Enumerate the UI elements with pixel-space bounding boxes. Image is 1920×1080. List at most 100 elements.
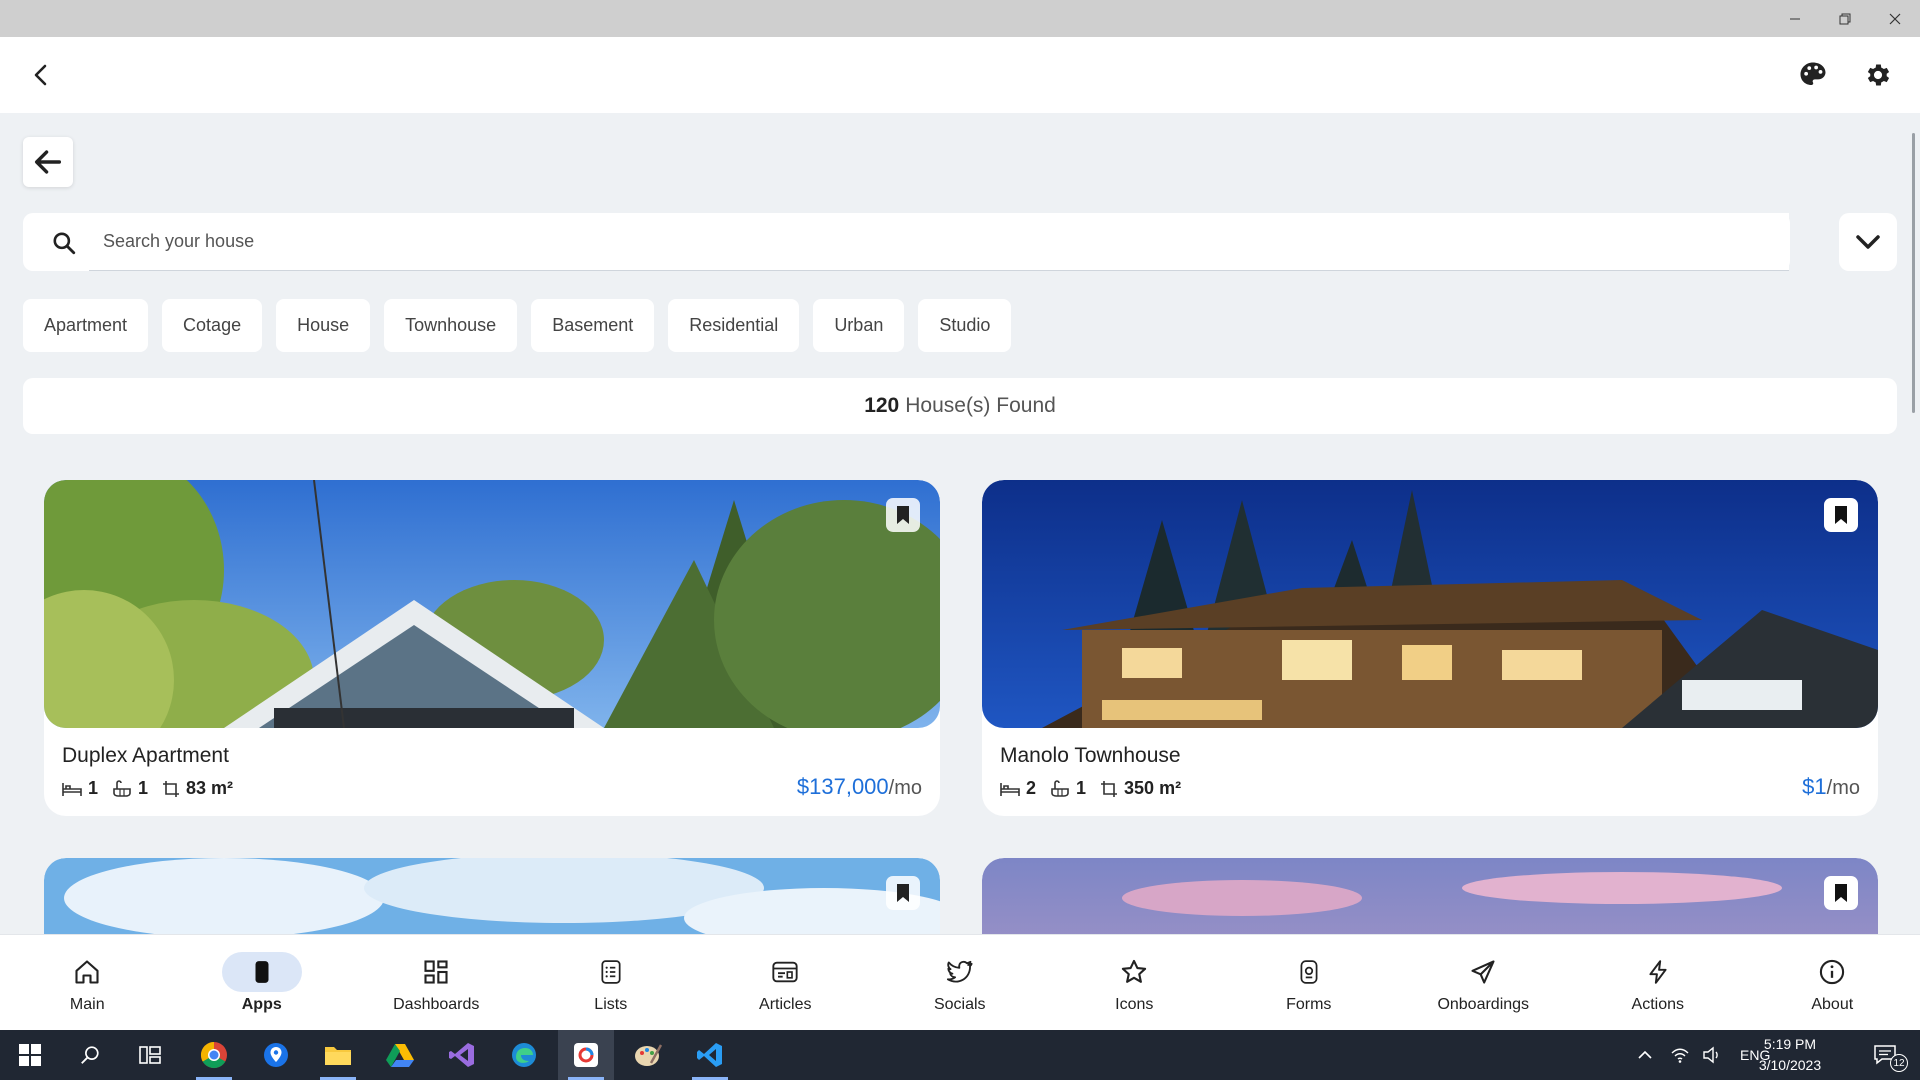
taskbar-visual-studio[interactable] (434, 1030, 490, 1080)
nav-item-lists[interactable]: Lists (524, 935, 699, 1031)
theme-button[interactable] (1791, 53, 1835, 97)
bookmark-icon (897, 506, 909, 524)
bed-icon (1000, 782, 1020, 796)
nav-item-forms[interactable]: Forms (1222, 935, 1397, 1031)
nav-icon-wrap (47, 952, 127, 992)
listing-card-duplex-apartment[interactable]: Duplex Apartment 1 1 83 m² $137,000/mo (44, 480, 940, 816)
nav-item-onboardings[interactable]: Onboardings (1396, 935, 1571, 1031)
taskbar-chrome[interactable] (186, 1030, 242, 1080)
price-value: $1 (1802, 774, 1827, 799)
bookmark-icon (1835, 506, 1847, 524)
price-period: /mo (1826, 777, 1860, 799)
nav-icon-wrap (571, 952, 651, 992)
listing-card-manolo-townhouse[interactable]: Manolo Townhouse 2 1 350 m² $1/mo (982, 480, 1878, 816)
bookmark-button[interactable] (1824, 498, 1858, 532)
info-icon (1820, 959, 1845, 985)
nav-item-articles[interactable]: Articles (698, 935, 873, 1031)
close-window-button[interactable] (1865, 0, 1920, 37)
os-taskbar: ENG 5:19 PM 3/10/2023 12 (0, 1030, 1920, 1080)
nav-label: Icons (1115, 996, 1154, 1013)
taskbar-vscode[interactable] (682, 1030, 738, 1080)
nav-icon-wrap (1443, 952, 1523, 992)
vscode-icon (697, 1043, 722, 1067)
chip-cotage[interactable]: Cotage (162, 299, 263, 352)
crop-icon (1101, 780, 1118, 797)
taskbar-google-drive[interactable] (372, 1030, 428, 1080)
task-view-icon (139, 1046, 161, 1064)
taskbar-paint[interactable] (620, 1030, 676, 1080)
chip-urban[interactable]: Urban (813, 299, 905, 352)
app-header (0, 37, 1920, 113)
chip-residential[interactable]: Residential (668, 299, 800, 352)
nav-label: Actions (1631, 996, 1684, 1013)
clock-time: 5:19 PM (1763, 1036, 1817, 1052)
sky-trees-house-photo (44, 480, 940, 728)
header-back-button[interactable] (20, 53, 64, 97)
listing-price: $1/mo (1802, 774, 1860, 800)
star-icon (1122, 959, 1147, 983)
nav-item-socials[interactable]: Socials (873, 935, 1048, 1031)
twitter-bird-icon (946, 960, 973, 983)
nav-item-actions[interactable]: Actions (1571, 935, 1746, 1031)
phone-icon (255, 961, 269, 983)
notification-center-button[interactable]: 12 (1858, 1030, 1914, 1080)
nav-icon-wrap (745, 952, 825, 992)
nav-item-apps[interactable]: Apps (175, 935, 350, 1031)
bookmark-button[interactable] (886, 498, 920, 532)
app-logo-icon (574, 1043, 598, 1067)
cloudy-sky-photo (44, 858, 940, 934)
bookmark-icon (1835, 884, 1847, 902)
visual-studio-icon (449, 1043, 474, 1067)
filter-dropdown-button[interactable] (1839, 213, 1897, 271)
bookmark-button[interactable] (1824, 876, 1858, 910)
beds-count: 1 (88, 778, 99, 798)
search-input[interactable] (89, 213, 1789, 271)
chip-house[interactable]: House (276, 299, 371, 352)
beds-info: 2 (1000, 778, 1036, 799)
nav-label: Socials (933, 996, 986, 1013)
taskbar-file-explorer[interactable] (310, 1030, 366, 1080)
bathtub-icon (1051, 779, 1069, 797)
paint-palette-icon (635, 1044, 663, 1066)
listing-card-3[interactable] (44, 858, 940, 934)
chip-townhouse[interactable]: Townhouse (384, 299, 518, 352)
chevron-up-icon[interactable] (1636, 1046, 1654, 1064)
search-bar (23, 213, 1790, 271)
chip-basement[interactable]: Basement (531, 299, 655, 352)
nav-item-icons[interactable]: Icons (1047, 935, 1222, 1031)
grid-icon (424, 960, 448, 984)
scrollbar[interactable] (1912, 133, 1915, 413)
taskbar-edge[interactable] (496, 1030, 552, 1080)
task-view-button[interactable] (122, 1030, 178, 1080)
nav-item-about[interactable]: About (1745, 935, 1920, 1031)
edge-icon (512, 1043, 536, 1067)
nav-item-dashboards[interactable]: Dashboards (349, 935, 524, 1031)
chip-studio[interactable]: Studio (918, 299, 1012, 352)
nav-label: Main (69, 996, 105, 1013)
system-clock[interactable]: 5:19 PM 3/10/2023 (1740, 1034, 1840, 1076)
start-button[interactable] (2, 1030, 58, 1080)
volume-icon[interactable] (1702, 1046, 1722, 1064)
send-icon (1471, 960, 1495, 984)
nav-item-main[interactable]: Main (0, 935, 175, 1031)
area-info: 83 m² (162, 778, 233, 799)
google-drive-icon (386, 1044, 414, 1067)
listing-meta: 1 1 83 m² (62, 778, 233, 799)
wifi-icon[interactable] (1670, 1046, 1690, 1064)
chip-apartment[interactable]: Apartment (23, 299, 149, 352)
taskbar-search-button[interactable] (62, 1030, 118, 1080)
back-button[interactable] (23, 137, 73, 187)
taskbar-maps[interactable] (248, 1030, 304, 1080)
window-title-bar (0, 0, 1920, 37)
category-chips: Apartment Cotage House Townhouse Basemen… (23, 299, 1012, 352)
nav-icon-wrap (396, 952, 476, 992)
listing-meta: 2 1 350 m² (1000, 778, 1181, 799)
nav-icon-wrap (221, 952, 302, 992)
nav-label: About (1811, 996, 1854, 1013)
listing-card-4[interactable] (982, 858, 1878, 934)
baths-count: 1 (1076, 778, 1087, 798)
settings-button[interactable] (1856, 53, 1900, 97)
article-icon (772, 961, 798, 983)
taskbar-active-app[interactable] (558, 1030, 614, 1080)
bookmark-button[interactable] (886, 876, 920, 910)
